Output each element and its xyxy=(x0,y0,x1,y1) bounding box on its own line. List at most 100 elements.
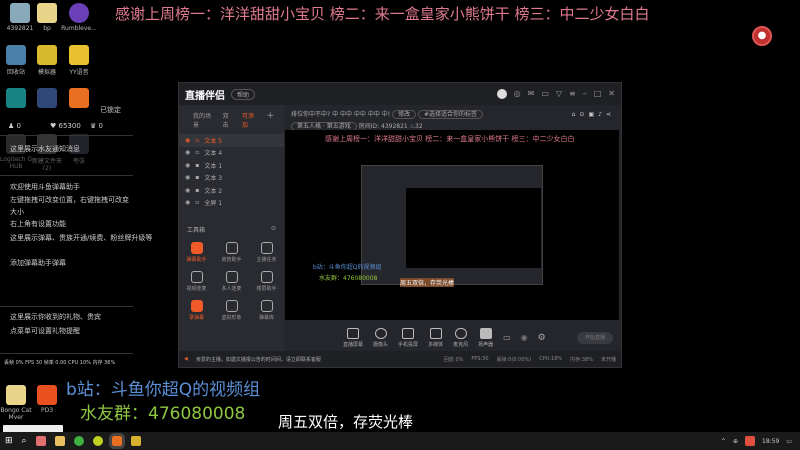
tool-room-admin[interactable]: 房管助手 xyxy=(214,242,249,263)
fans-count: 32 xyxy=(415,123,423,130)
notification-icon[interactable]: ▭ xyxy=(786,438,792,445)
taskbar-app-icon[interactable] xyxy=(92,436,103,446)
likes-count: ♟ 0 xyxy=(8,122,21,130)
stream-title[interactable]: 排位你中不中? 中 中中 中中 中中 中! xyxy=(291,111,390,118)
avatar[interactable] xyxy=(496,89,507,99)
room-action-icons[interactable]: ⌂⊙▣♪⋖ xyxy=(572,109,615,121)
preview-eye-icon[interactable]: ◉ xyxy=(521,333,528,342)
icon-label: 新建文件夹 (2) xyxy=(31,158,62,172)
tool-avatar[interactable]: 虚拟形象 xyxy=(214,300,249,321)
lock-icon[interactable]: ▫ xyxy=(195,137,199,144)
desktop-icon[interactable]: PD3 xyxy=(27,385,67,414)
preview-promo: 周五双倍，存荧光棒 xyxy=(400,278,455,287)
tool-tasks[interactable]: 主播任务 xyxy=(249,242,284,263)
icon-label: bp xyxy=(43,25,51,32)
layer-label: 文本 2 xyxy=(204,187,223,195)
search-icon[interactable]: ⌕ xyxy=(22,436,27,446)
tool-danmaku-lib[interactable]: 弹幕库 xyxy=(249,300,284,321)
lock-icon[interactable]: ▪ xyxy=(195,162,199,169)
lock-icon[interactable]: ▫ xyxy=(195,199,199,206)
folder-icon[interactable] xyxy=(54,436,65,446)
record-icon[interactable]: ● xyxy=(752,26,772,46)
layer-item[interactable]: ◉ ▪ 文本 1 xyxy=(179,159,284,172)
crown-icon: ♛ xyxy=(90,122,99,130)
tool-floor-helper[interactable]: 楼层助手 xyxy=(249,271,284,292)
gifts-count: ♥ 65300 xyxy=(50,122,81,130)
top-ranking-banner: 感谢上周榜一：洋洋甜甜小宝贝 榜二：来一盒皇家小熊饼干 榜三：中二少女白白 xyxy=(115,5,650,23)
promo-overlay: 周五双倍，存荧光棒 xyxy=(278,413,414,431)
lock-icon[interactable]: ▫ xyxy=(195,149,199,156)
phone-cast-button[interactable]: 手机投屏 xyxy=(398,327,418,348)
add-scene-icon[interactable]: + xyxy=(266,111,278,129)
mail-icon[interactable]: ✉ xyxy=(528,89,535,99)
taskbar-app-icon[interactable] xyxy=(108,433,125,449)
eye-icon[interactable]: ◉ xyxy=(185,174,190,181)
danmaku-msg: 这里展示水友通知消息 xyxy=(10,145,80,153)
eye-icon[interactable]: ◉ xyxy=(185,137,190,144)
start-live-button[interactable]: 开始直播 xyxy=(577,331,613,344)
layer-item[interactable]: ◉ ▪ 文本 3 xyxy=(179,172,284,185)
room-id-label: 房间ID: xyxy=(358,123,380,130)
microphone-button[interactable]: 麦克风 xyxy=(453,327,468,348)
close-icon[interactable]: ✕ xyxy=(608,89,615,99)
layer-item[interactable]: ◉ ▫ 全屏 1 xyxy=(179,197,284,210)
icon-label: YY语音 xyxy=(69,69,89,76)
danmaku-msg: 大小 xyxy=(10,208,24,216)
taskbar: ⊞ ⌕ ^ ⊕ 18:59 ▭ xyxy=(0,432,800,450)
speaker-button[interactable]: 扬声器 xyxy=(478,327,493,348)
tool-danmaku-helper[interactable]: 弹幕助手 xyxy=(179,242,214,263)
lock-icon[interactable]: ▪ xyxy=(195,174,199,181)
preview-banner: 感谢上周榜一：洋洋甜甜小宝贝 榜二：来一盒皇家小熊饼干 榜三：中二少女白白 xyxy=(325,135,575,143)
desktop-icon[interactable]: YY语音 xyxy=(59,45,99,76)
eye-icon[interactable]: ◉ xyxy=(185,149,190,156)
taskbar-app-icon[interactable] xyxy=(130,436,141,446)
record-video-icon[interactable]: ▭ xyxy=(503,333,511,342)
layer-item[interactable]: ◉ ▫ 文本 5 xyxy=(179,134,284,147)
start-icon[interactable]: ⊞ xyxy=(5,436,13,446)
tool-multi-link[interactable]: 多人连麦 xyxy=(214,271,249,292)
clock[interactable]: 18:59 xyxy=(762,438,779,445)
notice-icon: ◀ xyxy=(184,356,188,362)
tab-my-scenes[interactable]: 我的场景 xyxy=(193,111,214,129)
layer-item[interactable]: ◉ ▫ 文本 4 xyxy=(179,147,284,160)
taskbar-app-icon[interactable] xyxy=(73,436,84,446)
tray-app-icon[interactable] xyxy=(745,436,756,446)
settings-icon[interactable]: ⚙ xyxy=(538,333,546,343)
maximize-icon[interactable]: □ xyxy=(594,89,602,99)
edit-title-button[interactable]: 修改 xyxy=(392,110,417,119)
tag-selector[interactable]: #选择适合你的标签 xyxy=(418,110,484,119)
network-icon[interactable]: ⊕ xyxy=(733,438,738,445)
multimedia-button[interactable]: 多媒体 xyxy=(428,327,443,348)
headset-icon[interactable]: ◎ xyxy=(514,89,521,99)
eye-icon[interactable]: ◉ xyxy=(185,187,190,194)
help-button[interactable]: 帮助 xyxy=(231,88,256,100)
stat-cpu: CPU:18% xyxy=(539,356,563,362)
stream-preview[interactable]: 感谢上周榜一：洋洋甜甜小宝贝 榜二：来一盒皇家小熊饼干 榜三：中二少女白白 b站… xyxy=(285,130,619,320)
layer-label: 全屏 1 xyxy=(204,200,223,208)
control-bar: 直播屏幕 摄像头 手机投屏 多媒体 麦克风 扬声器 ▭ ◉ ⚙ 开始直播 xyxy=(285,320,621,355)
camera-button[interactable]: 摄像头 xyxy=(373,327,388,348)
layer-item[interactable]: ◉ ▪ 文本 2 xyxy=(179,184,284,197)
stat-mem: 内存:38% xyxy=(570,356,593,363)
taskbar-app-icon[interactable] xyxy=(35,436,46,446)
desktop-icon[interactable]: Rumbleve... xyxy=(59,3,99,32)
tool-video-link[interactable]: 视频连麦 xyxy=(179,271,214,292)
icon-label: PD3 xyxy=(40,407,54,414)
toolbox-settings-icon[interactable]: ⊙ xyxy=(271,225,276,234)
skin-icon[interactable]: ▽ xyxy=(556,89,562,99)
tab-addable[interactable]: 可添加 xyxy=(242,111,257,129)
desktop-icon[interactable] xyxy=(59,88,99,110)
stat-drop: 丢帧:0(0.00%) xyxy=(496,356,532,363)
minimize-icon[interactable]: – xyxy=(583,89,587,99)
screen-capture-button[interactable]: 直播屏幕 xyxy=(343,327,363,348)
lock-icon[interactable]: ▪ xyxy=(195,187,199,194)
icon-label: Rumbleve... xyxy=(61,25,97,32)
tab-double[interactable]: 双击 xyxy=(223,111,233,129)
eye-icon[interactable]: ◉ xyxy=(185,199,190,206)
tool-record-danmaku[interactable]: 录弹幕 xyxy=(179,300,214,321)
chat-icon[interactable]: ▭ xyxy=(541,89,549,99)
eye-icon[interactable]: ◉ xyxy=(185,162,190,169)
notice-text[interactable]: 亲爱的主播，如遇文播报公告的时间间，请立即联系客服 xyxy=(196,356,321,363)
menu-icon[interactable]: ≡ xyxy=(569,89,576,99)
tray-chevron-icon[interactable]: ^ xyxy=(721,438,726,445)
